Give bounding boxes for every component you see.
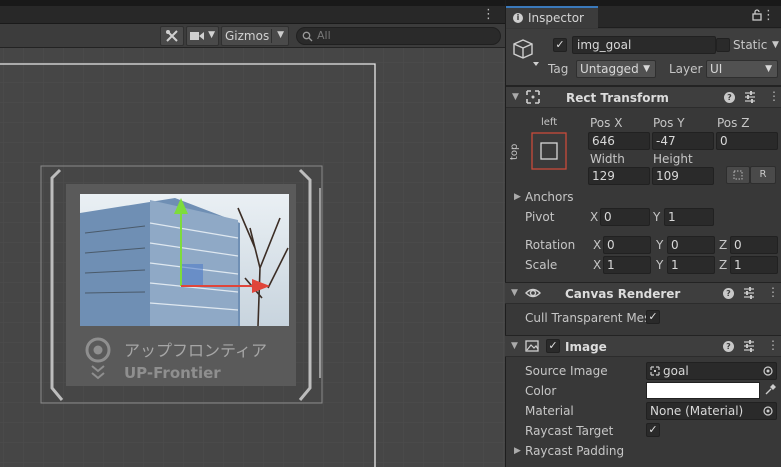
scale-label: Scale <box>525 258 558 272</box>
scene-tab-bar: ⋮ <box>0 6 505 24</box>
layer-dropdown[interactable]: UI ▼ <box>706 60 778 78</box>
scale-z-field[interactable]: 1 <box>730 256 778 274</box>
chevron-down-icon[interactable]: ▼ <box>772 40 779 50</box>
material-field[interactable]: None (Material) <box>646 402 777 420</box>
preset-icon[interactable] <box>743 339 755 353</box>
chevron-down-icon: ▼ <box>643 64 650 74</box>
active-checkbox[interactable]: ✓ <box>553 38 567 52</box>
chevron-down-icon: ▼ <box>765 64 772 74</box>
help-icon[interactable]: ? <box>723 341 734 352</box>
pivot-x-field[interactable]: 0 <box>600 208 650 226</box>
cull-transparent-label: Cull Transparent Mes <box>525 311 651 325</box>
sprite-title-jp: アップフロンティア <box>124 341 267 360</box>
pos-z-field[interactable]: 0 <box>716 132 778 150</box>
pos-y-field[interactable]: -47 <box>652 132 714 150</box>
raycast-padding-label[interactable]: Raycast Padding <box>525 444 624 458</box>
chevron-down-icon: ▼ <box>277 30 284 40</box>
source-image-field[interactable]: goal <box>646 362 777 380</box>
component-menu-icon[interactable]: ⋮ <box>767 285 779 299</box>
component-menu-icon[interactable]: ⋮ <box>768 89 780 103</box>
camera-icon <box>190 32 204 40</box>
cull-transparent-checkbox[interactable]: ✓ <box>646 310 660 324</box>
camera-dropdown[interactable]: ▼ <box>186 26 219 46</box>
info-icon: i <box>513 13 523 23</box>
height-field[interactable]: 109 <box>652 167 714 185</box>
scale-y-field[interactable]: 1 <box>667 256 715 274</box>
tag-label: Tag <box>548 62 569 76</box>
gizmos-label: Gizmos <box>225 29 270 43</box>
scene-toolbar: ▼ Gizmos ▼ All <box>0 24 505 48</box>
search-icon <box>302 31 313 42</box>
object-picker-icon[interactable] <box>763 366 773 376</box>
canvas-renderer-header[interactable]: ▼ Canvas Renderer ? ⋮ <box>505 282 781 304</box>
static-label: Static <box>733 38 768 52</box>
object-picker-icon[interactable] <box>763 406 773 416</box>
rotation-label: Rotation <box>525 238 576 252</box>
preset-icon[interactable] <box>743 286 755 300</box>
raw-edit-button[interactable]: R <box>750 166 776 184</box>
layer-label: Layer <box>669 62 703 76</box>
component-menu-icon[interactable]: ⋮ <box>767 338 779 352</box>
image-header[interactable]: ▼ ✓ Image ? ⋮ <box>505 335 781 357</box>
tab-inspector[interactable]: i Inspector <box>506 6 598 28</box>
tag-dropdown[interactable]: Untagged ▼ <box>576 60 656 78</box>
source-image-label: Source Image <box>525 364 608 378</box>
pivot-y-field[interactable]: 1 <box>664 208 714 226</box>
scene-search-input[interactable]: All <box>296 27 501 45</box>
inspector-tab-bar: i Inspector ⋮ <box>506 6 781 28</box>
image-component-icon <box>525 340 539 352</box>
dotted-square-icon <box>733 170 743 180</box>
fold-arrow-icon[interactable]: ▶ <box>514 192 521 202</box>
fold-arrow-icon[interactable]: ▶ <box>514 446 521 456</box>
material-label: Material <box>525 404 574 418</box>
help-icon[interactable]: ? <box>724 92 735 103</box>
anchor-h-label: left <box>541 117 558 128</box>
inspector-menu-icon[interactable]: ⋮ <box>762 8 775 23</box>
anchor-presets-button[interactable] <box>519 130 567 174</box>
image-enabled-checkbox[interactable]: ✓ <box>546 339 560 353</box>
anchors-label[interactable]: Anchors <box>525 190 574 204</box>
raycast-target-checkbox[interactable]: ✓ <box>646 423 660 437</box>
search-placeholder: All <box>317 29 331 42</box>
color-label: Color <box>525 384 557 398</box>
pivot-label: Pivot <box>525 210 555 224</box>
color-swatch[interactable] <box>646 382 760 399</box>
gameobject-name-field[interactable]: img_goal <box>572 36 716 54</box>
eyedropper-icon[interactable] <box>764 384 776 396</box>
preset-icon[interactable] <box>744 90 756 104</box>
tools-icon[interactable] <box>160 26 184 46</box>
fold-arrow-icon[interactable]: ▼ <box>511 288 518 298</box>
fold-arrow-icon[interactable]: ▼ <box>512 92 519 102</box>
pos-x-field[interactable]: 646 <box>588 132 650 150</box>
sprite-title-en: UP-Frontier <box>124 364 221 382</box>
gizmos-button[interactable]: Gizmos ▼ <box>221 26 289 46</box>
blueprint-mode-button[interactable] <box>726 166 750 184</box>
scene-menu-icon[interactable]: ⋮ <box>482 7 495 22</box>
rotation-y-field[interactable]: 0 <box>667 236 715 254</box>
scene-canvas[interactable]: アップフロンティア UP-Frontier <box>0 48 505 467</box>
gameobject-header: ✓ img_goal Static ▼ Tag Untagged ▼ Layer… <box>506 29 781 86</box>
chevron-down-icon: ▼ <box>208 30 215 40</box>
rect-transform-header[interactable]: ▼ Rect Transform ? ⋮ <box>506 86 781 108</box>
sprite-icon <box>650 366 660 376</box>
help-icon[interactable]: ? <box>723 288 734 299</box>
rotation-x-field[interactable]: 0 <box>603 236 651 254</box>
rect-transform-icon <box>526 90 540 104</box>
width-field[interactable]: 129 <box>588 167 650 185</box>
eye-icon <box>525 288 541 298</box>
rotation-z-field[interactable]: 0 <box>730 236 778 254</box>
static-checkbox[interactable] <box>716 38 730 52</box>
scale-x-field[interactable]: 1 <box>603 256 651 274</box>
scene-view[interactable]: ⋮ ▼ Gizmos ▼ All アップフロンティア UP-Frontier <box>0 0 505 467</box>
gameobject-cube-icon[interactable] <box>513 37 541 67</box>
fold-arrow-icon[interactable]: ▼ <box>511 341 518 351</box>
raycast-target-label: Raycast Target <box>525 424 614 438</box>
lock-icon[interactable] <box>752 9 762 21</box>
